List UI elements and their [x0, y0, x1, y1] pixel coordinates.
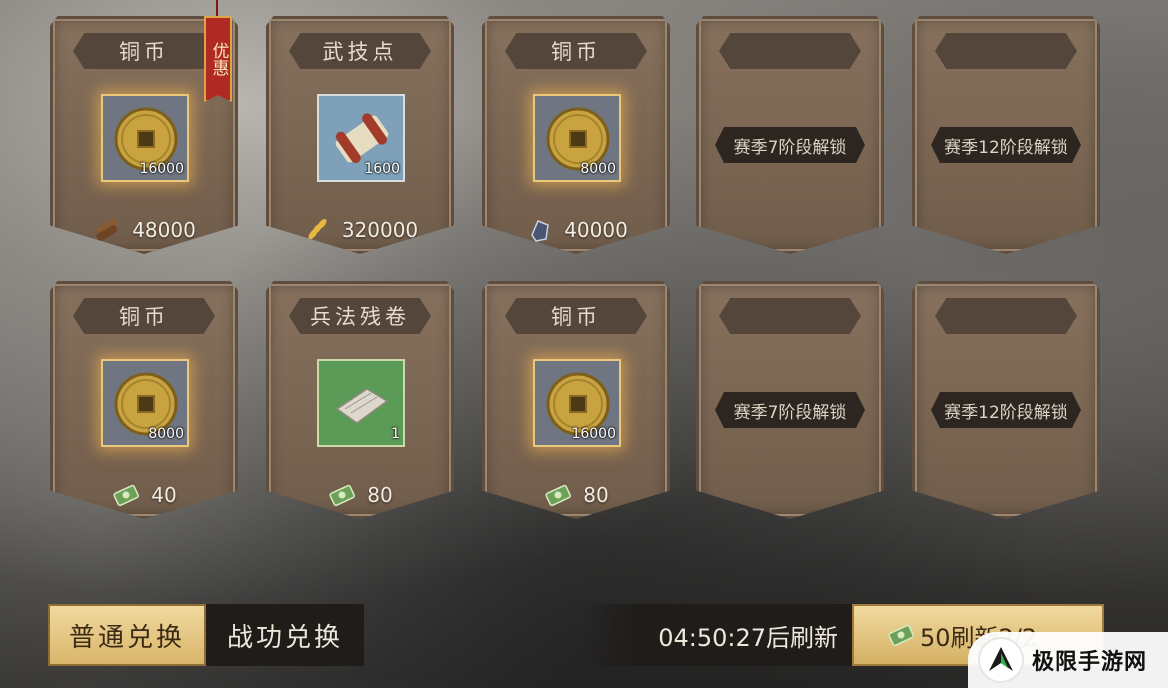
item-slot[interactable]: 8000 — [101, 359, 189, 447]
card-title: 武技点 — [289, 33, 431, 69]
cost-row: 80 — [485, 480, 667, 510]
exchange-tabs: 普通兑换 战功兑换 — [48, 604, 364, 666]
promo-string — [216, 0, 218, 18]
cost-row: 40000 — [485, 215, 667, 245]
shop-card-coin-16000[interactable]: 铜币 16000 80 — [482, 281, 670, 519]
item-quantity: 16000 — [139, 161, 184, 177]
cost-row: 80 — [269, 480, 451, 510]
cost-row: 40 — [53, 480, 235, 510]
locked-label: 赛季12阶段解锁 — [931, 392, 1081, 428]
card-title: 铜币 — [505, 33, 647, 69]
wood-icon — [96, 219, 118, 241]
item-slot[interactable]: 1600 — [317, 94, 405, 182]
card-title: 兵法残卷 — [289, 298, 431, 334]
cost-value: 48000 — [132, 218, 196, 242]
shop-card-locked: 赛季12阶段解锁 — [912, 281, 1100, 519]
item-quantity: 8000 — [148, 426, 184, 442]
cost-value: 320000 — [341, 218, 419, 242]
item-quantity: 1600 — [364, 161, 400, 177]
cash-icon — [329, 484, 356, 507]
item-quantity: 8000 — [580, 161, 616, 177]
tab-normal-exchange[interactable]: 普通兑换 — [48, 604, 206, 666]
card-title: 铜币 — [73, 298, 215, 334]
cost-value: 80 — [583, 483, 609, 507]
locked-label: 赛季7阶段解锁 — [715, 392, 865, 428]
shop-card-locked: 赛季7阶段解锁 — [696, 16, 884, 254]
tab-merit-exchange[interactable]: 战功兑换 — [206, 604, 364, 666]
shop-card-tactics-scroll[interactable]: 兵法残卷 1 80 — [266, 281, 454, 519]
promo-badge: 优惠 — [204, 16, 232, 102]
shop-card-locked: 赛季7阶段解锁 — [696, 281, 884, 519]
shop-card-coin-8000[interactable]: 铜币 8000 40000 — [482, 16, 670, 254]
card-title-empty — [935, 33, 1077, 69]
promo-label: 优惠 — [208, 42, 229, 76]
card-title: 铜币 — [73, 33, 215, 69]
cost-row: 320000 — [269, 215, 451, 245]
card-title: 铜币 — [505, 298, 647, 334]
card-title-empty — [719, 298, 861, 334]
site-watermark: 极限手游网 — [968, 632, 1168, 688]
iron-ore-icon — [531, 220, 550, 242]
card-title-empty — [935, 298, 1077, 334]
cash-icon — [113, 484, 140, 507]
cost-row: 48000 — [53, 215, 235, 245]
item-quantity: 16000 — [571, 426, 616, 442]
watermark-text: 极限手游网 — [1032, 650, 1148, 675]
item-slot[interactable]: 16000 — [533, 359, 621, 447]
card-title-empty — [719, 33, 861, 69]
shop-card-locked: 赛季12阶段解锁 — [912, 16, 1100, 254]
wheat-icon — [306, 219, 327, 242]
cash-icon — [888, 624, 915, 647]
item-slot[interactable]: 1 — [317, 359, 405, 447]
refresh-countdown: 04:50:27后刷新 — [582, 604, 854, 666]
cost-value: 80 — [367, 483, 393, 507]
cost-value: 40 — [151, 483, 177, 507]
item-quantity: 1 — [391, 426, 400, 442]
item-slot[interactable]: 8000 — [533, 94, 621, 182]
cash-icon — [545, 484, 572, 507]
cost-value: 40000 — [564, 218, 628, 242]
shop-card-coin-8000[interactable]: 铜币 8000 40 — [50, 281, 238, 519]
locked-label: 赛季7阶段解锁 — [715, 127, 865, 163]
tactics-scroll-icon — [335, 388, 389, 424]
shop-card-skill-points[interactable]: 武技点 1600 320000 — [266, 16, 454, 254]
watermark-logo-icon — [978, 637, 1024, 683]
countdown-text: 04:50:27后刷新 — [658, 623, 838, 652]
locked-label: 赛季12阶段解锁 — [931, 127, 1081, 163]
item-slot[interactable]: 16000 — [101, 94, 189, 182]
